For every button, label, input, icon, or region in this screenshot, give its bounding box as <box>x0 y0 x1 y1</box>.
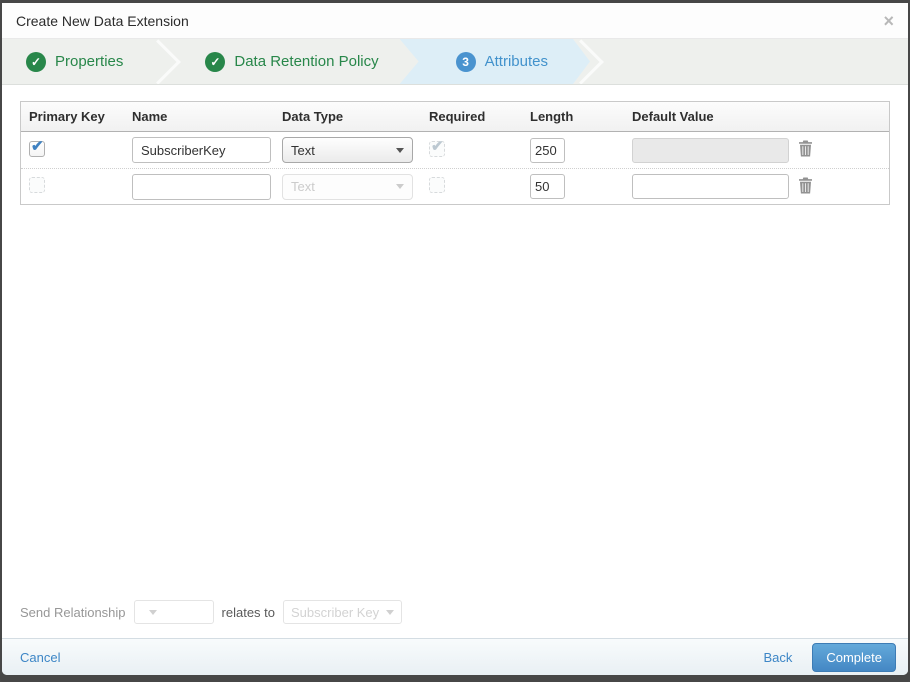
trash-icon <box>799 140 812 157</box>
primary-key-checkbox[interactable] <box>29 177 45 193</box>
step-label: Attributes <box>484 53 548 70</box>
modal-frame: Create New Data Extension × ✓ Properties… <box>0 0 910 682</box>
data-type-select: Text <box>282 173 413 200</box>
step-label: Properties <box>55 53 124 70</box>
trash-icon <box>799 177 812 193</box>
name-input[interactable] <box>132 173 271 200</box>
default-value-input[interactable] <box>632 174 789 199</box>
send-relationship-label: Send Relationship <box>20 604 126 620</box>
send-relationship-select <box>133 600 214 624</box>
modal-content: Primary Key Name Data Type Required Leng… <box>2 85 908 638</box>
step-separator-chevron-icon <box>558 39 604 84</box>
complete-button[interactable]: Complete <box>812 642 896 672</box>
back-link[interactable]: Back <box>763 650 792 665</box>
attribute-row: Text <box>21 132 889 168</box>
footer-actions: Back Complete <box>763 642 896 672</box>
header-default-value: Default Value <box>632 109 714 124</box>
header-required: Required <box>429 109 486 124</box>
check-circle-icon: ✓ <box>205 51 226 72</box>
send-relationship-row: Send Relationship relates to Subscriber … <box>20 596 890 638</box>
step-properties[interactable]: ✓ Properties <box>2 39 147 84</box>
modal-title-bar: Create New Data Extension × <box>2 3 908 39</box>
caret-down-icon <box>396 184 404 189</box>
data-type-value: Text <box>291 142 315 158</box>
modal-footer: Cancel Back Complete <box>2 638 908 675</box>
delete-row-button[interactable] <box>798 140 813 157</box>
header-data-type: Data Type <box>282 109 344 124</box>
required-checkbox[interactable] <box>429 177 445 193</box>
relates-to-label: relates to <box>221 604 276 620</box>
data-type-value: Text <box>291 179 315 194</box>
caret-down-icon <box>148 609 157 615</box>
cancel-link[interactable]: Cancel <box>20 650 60 665</box>
length-input[interactable] <box>530 137 565 163</box>
data-type-select[interactable]: Text <box>282 137 413 163</box>
required-checkbox <box>429 137 445 157</box>
step-data-retention-policy[interactable]: ✓ Data Retention Policy <box>181 39 402 84</box>
default-value-input <box>632 137 789 163</box>
create-data-extension-modal: Create New Data Extension × ✓ Properties… <box>2 3 908 675</box>
primary-key-checkbox[interactable] <box>29 137 45 157</box>
attributes-table: Primary Key Name Data Type Required Leng… <box>20 101 890 205</box>
attribute-row: Text <box>21 168 889 204</box>
check-circle-icon: ✓ <box>26 51 46 72</box>
name-input[interactable] <box>132 137 271 163</box>
step-label: Data Retention Policy <box>234 53 379 70</box>
relates-to-value: Subscriber Key <box>291 604 380 620</box>
step-number-badge: 3 <box>456 52 476 72</box>
delete-row-button[interactable] <box>798 177 813 194</box>
modal-title: Create New Data Extension <box>16 12 189 29</box>
length-input[interactable] <box>530 174 565 199</box>
close-icon[interactable]: × <box>883 12 894 30</box>
relates-to-select: Subscriber Key <box>283 600 403 624</box>
header-primary-key: Primary Key <box>29 109 105 124</box>
table-header-row: Primary Key Name Data Type Required Leng… <box>21 102 889 132</box>
header-name: Name <box>132 109 168 124</box>
caret-down-icon <box>386 609 395 615</box>
wizard-steps: ✓ Properties ✓ Data Retention Policy 3 A… <box>2 39 908 85</box>
step-separator-chevron-icon <box>135 39 182 84</box>
caret-down-icon <box>396 147 404 153</box>
header-length: Length <box>530 109 574 124</box>
